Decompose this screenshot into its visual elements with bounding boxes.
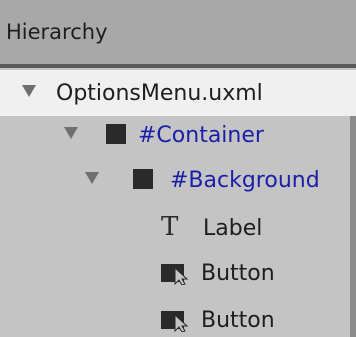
tree-item-label: Button — [201, 260, 275, 286]
tree-row-container[interactable]: #Container — [0, 112, 356, 158]
button-icon — [161, 264, 189, 285]
text-icon: T — [161, 212, 179, 242]
tree-row-button[interactable]: Button — [0, 297, 356, 337]
panel-title: Hierarchy — [6, 20, 108, 44]
hierarchy-panel: Hierarchy OptionsMenu.uxml #Container #B… — [0, 0, 356, 337]
expand-arrow-icon[interactable] — [85, 172, 99, 184]
tree-item-label: #Background — [170, 167, 320, 193]
tree-item-label: #Container — [138, 122, 264, 148]
tree-item-label: Label — [203, 215, 263, 241]
tree-row-background[interactable]: #Background — [0, 157, 356, 203]
tree-row-label[interactable]: T Label — [0, 205, 356, 251]
visual-element-icon — [133, 169, 153, 189]
tree-row-button[interactable]: Button — [0, 250, 356, 296]
expand-arrow-icon[interactable] — [64, 127, 78, 139]
panel-header: Hierarchy — [0, 0, 356, 64]
expand-arrow-icon[interactable] — [22, 85, 36, 97]
header-divider — [0, 64, 356, 68]
button-icon — [161, 311, 189, 332]
tree-item-label: OptionsMenu.uxml — [56, 80, 263, 106]
tree-row-root[interactable]: OptionsMenu.uxml — [0, 70, 356, 116]
tree-item-label: Button — [201, 307, 275, 333]
visual-element-icon — [106, 124, 126, 144]
